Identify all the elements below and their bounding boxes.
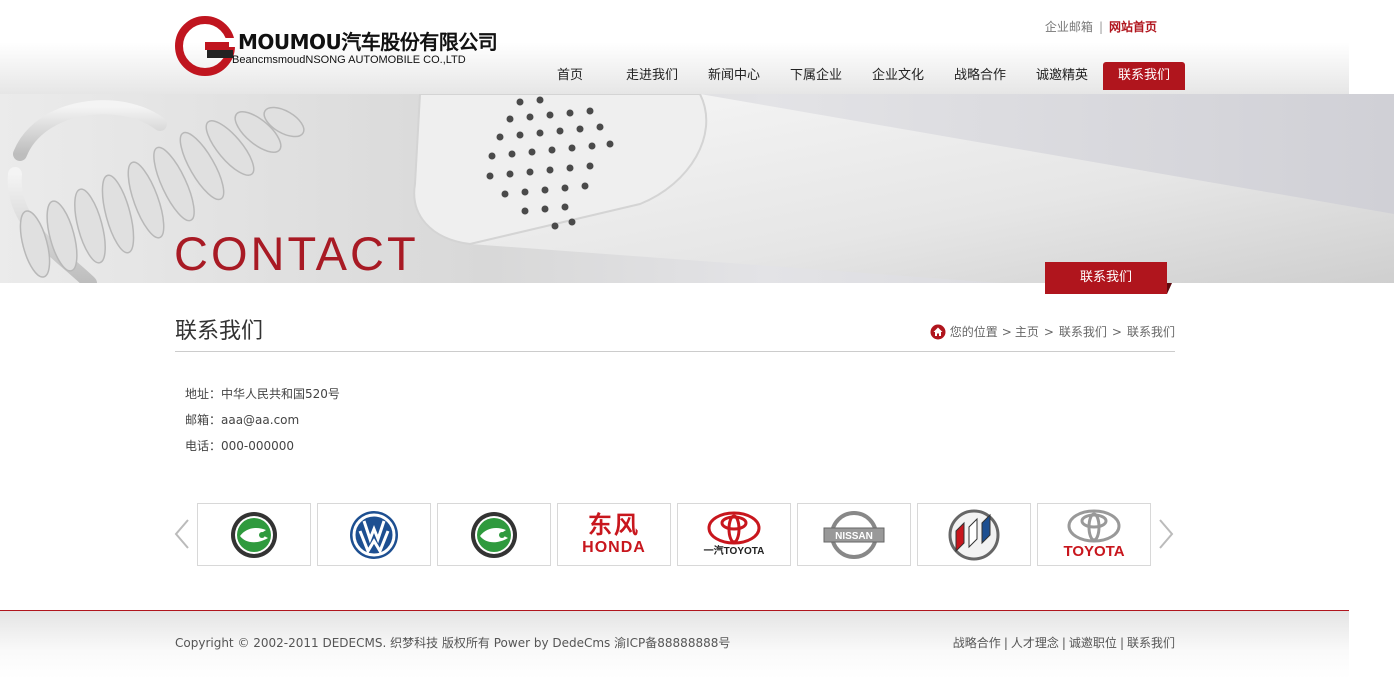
toyota-wordmark: TOYOTA	[1063, 542, 1125, 560]
partner-logo-dongfeng-honda[interactable]: 东风 HONDA	[557, 503, 671, 566]
breadcrumb-separator: >	[1001, 324, 1012, 339]
partner-logo-nissan[interactable]: NISSAN	[797, 503, 911, 566]
breadcrumb-prefix: 您的位置	[949, 325, 998, 339]
buick-logo-icon	[948, 509, 1000, 560]
footer: Copyright © 2002-2011 DEDECMS. 织梦科技 版权所有…	[0, 610, 1349, 679]
nissan-logo-icon: NISSAN	[823, 510, 885, 559]
faw-toyota-wordmark: 一汽TOYOTA	[703, 545, 765, 557]
volkswagen-logo-icon	[350, 510, 398, 559]
contact-info: 地址：中华人民共和国520号 邮箱：aaa@aa.com 电话：000-0000…	[185, 385, 340, 463]
separator: |	[1098, 20, 1103, 34]
top-links: 企业邮箱 | 网站首页	[1045, 18, 1157, 35]
breadcrumb-item-home[interactable]: 主页	[1015, 323, 1039, 340]
breadcrumb-item-current[interactable]: 联系我们	[1127, 323, 1175, 340]
breadcrumb-separator: >	[1043, 324, 1054, 339]
partner-logo-faw-toyota[interactable]: 一汽TOYOTA	[677, 503, 791, 566]
nav-item-partners[interactable]: 战略合作	[939, 62, 1021, 90]
banner: CONTACT	[0, 94, 1394, 283]
footer-link-jobs[interactable]: 诚邀职位	[1069, 636, 1117, 650]
copyright-text: Copyright © 2002-2011 DEDECMS. 织梦科技 版权所有…	[175, 636, 731, 650]
site-logo[interactable]: MOUMOU汽车股份有限公司 BeancmsmoudNSONG AUTOMOBI…	[175, 14, 505, 76]
banner-title: CONTACT	[174, 227, 419, 280]
breadcrumb-separator: >	[1111, 324, 1122, 339]
carousel-prev-arrow-icon[interactable]	[172, 518, 192, 550]
skoda-logo-icon	[471, 511, 517, 558]
footer-link-strategic[interactable]: 战略合作	[953, 636, 1001, 650]
separator: |	[1003, 636, 1008, 650]
toyota-emblem-icon	[1067, 509, 1121, 542]
nav-item-news[interactable]: 新闻中心	[693, 62, 775, 90]
home-icon	[930, 324, 946, 339]
carousel-next-arrow-icon[interactable]	[1156, 518, 1176, 550]
logo-g-icon	[175, 16, 235, 76]
nav-item-about[interactable]: 走进我们	[611, 62, 693, 90]
divider	[175, 351, 1175, 352]
breadcrumb-item-contact[interactable]: 联系我们	[1059, 323, 1107, 340]
banner-section-tag: 联系我们	[1045, 262, 1167, 294]
enterprise-mail-link[interactable]: 企业邮箱	[1045, 20, 1093, 34]
partner-logo-toyota[interactable]: TOYOTA	[1037, 503, 1151, 566]
contact-phone: 电话：000-000000	[185, 439, 295, 453]
nav-item-culture[interactable]: 企业文化	[857, 62, 939, 90]
main-nav: 首页 走进我们 新闻中心 下属企业 企业文化 战略合作 诚邀精英 联系我们	[529, 62, 1185, 90]
partner-logo-skoda[interactable]	[437, 503, 551, 566]
separator: |	[1061, 636, 1066, 650]
nav-item-subsidiaries[interactable]: 下属企业	[775, 62, 857, 90]
nav-item-contact[interactable]: 联系我们	[1103, 62, 1185, 90]
dongfeng-cn-text: 东风	[588, 509, 640, 539]
footer-link-talent[interactable]: 人才理念	[1011, 636, 1059, 650]
logo-text-en: BeancmsmoudNSONG AUTOMOBILE CO.,LTD	[232, 54, 466, 66]
skoda-logo-icon	[231, 511, 277, 558]
site-home-link[interactable]: 网站首页	[1109, 20, 1157, 34]
honda-wordmark: HONDA	[582, 538, 646, 556]
partner-logo-buick[interactable]	[917, 503, 1031, 566]
tag-fold-decoration	[1167, 283, 1172, 294]
breadcrumb: 您的位置 > 主页 > 联系我们 > 联系我们	[930, 323, 1175, 340]
page-title: 联系我们	[175, 319, 264, 344]
contact-email: 邮箱：aaa@aa.com	[185, 413, 300, 427]
separator: |	[1119, 636, 1124, 650]
partner-logo-volkswagen[interactable]	[317, 503, 431, 566]
footer-links: 战略合作 | 人才理念 | 诚邀职位 | 联系我们	[953, 634, 1175, 651]
nav-item-home[interactable]: 首页	[529, 62, 611, 90]
logo-text-cn: MOUMOU汽车股份有限公司	[238, 30, 498, 54]
contact-address: 地址：中华人民共和国520号	[185, 387, 340, 401]
toyota-emblem-icon	[707, 511, 761, 544]
footer-link-contact[interactable]: 联系我们	[1127, 636, 1175, 650]
partner-logo-skoda[interactable]	[197, 503, 311, 566]
nav-item-careers[interactable]: 诚邀精英	[1021, 62, 1103, 90]
nissan-wordmark: NISSAN	[835, 531, 873, 542]
